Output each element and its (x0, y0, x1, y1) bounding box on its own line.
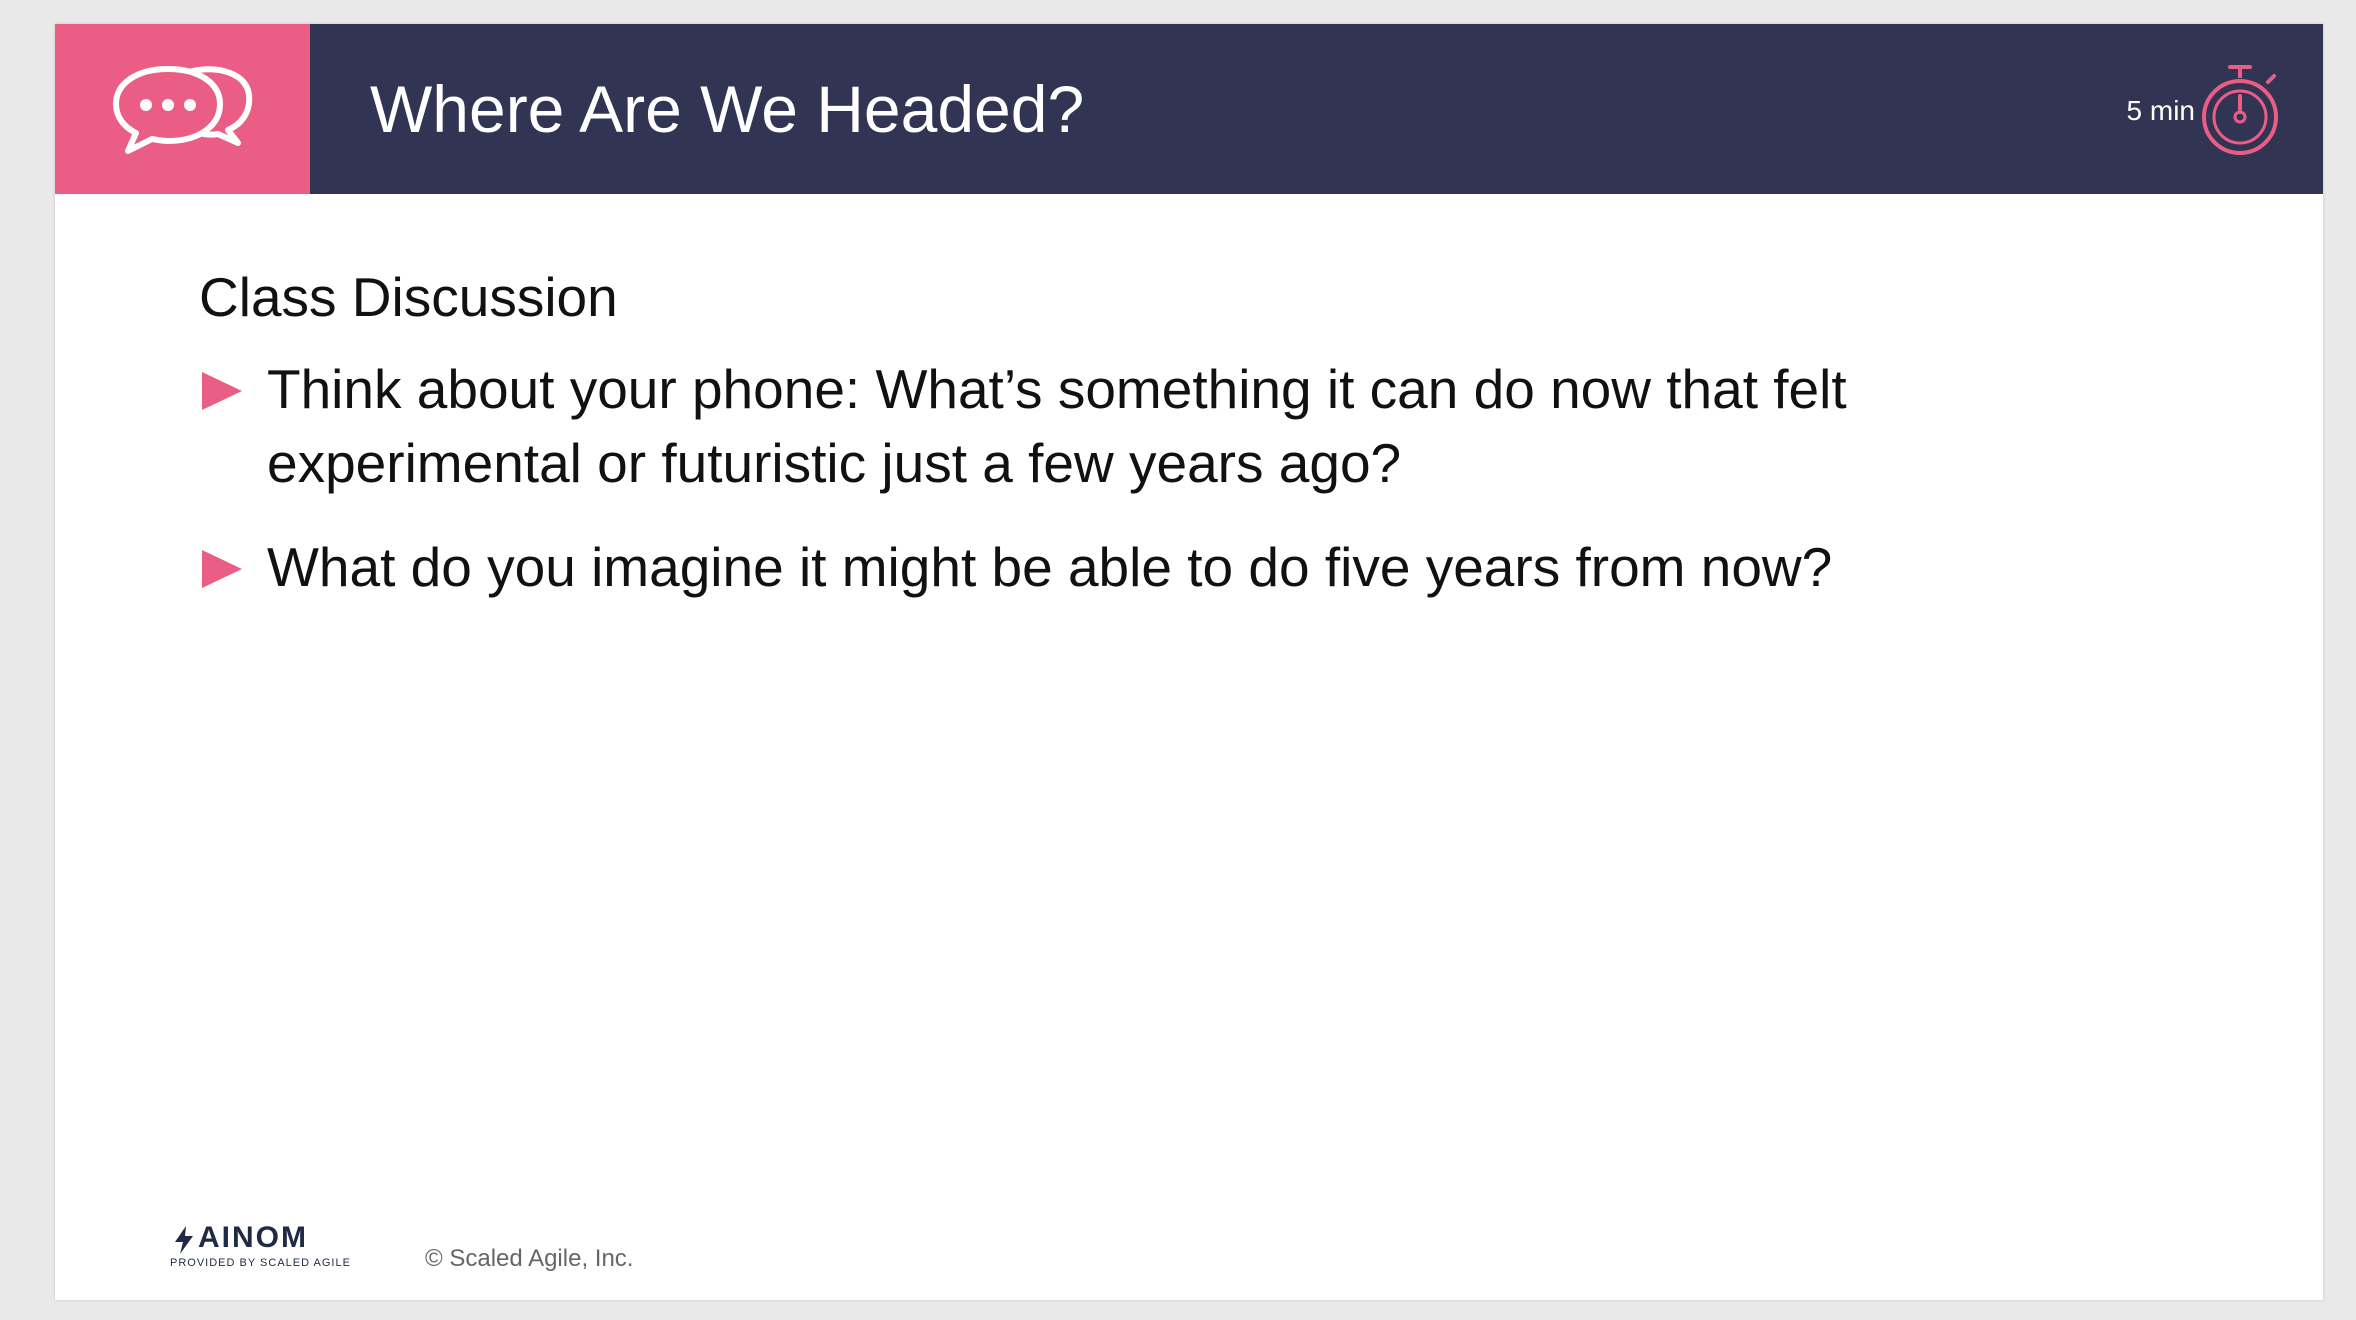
bullet-text-line: What do you imagine it might be able to … (267, 536, 1833, 598)
ainom-logo: AINOM PROVIDED BY SCALED AGILE (170, 1214, 350, 1284)
logo-tagline: PROVIDED BY SCALED AGILE (170, 1257, 351, 1269)
copyright-text: © Scaled Agile, Inc. (425, 1245, 634, 1272)
bullet-item: Think about your phone: What’s something… (199, 352, 2099, 500)
page-title: Where Are We Headed? (370, 72, 1085, 146)
stopwatch-icon (2202, 65, 2278, 155)
bullet-text-line: Think about your phone: What’s something… (267, 358, 1847, 420)
bullet-arrow-icon (202, 372, 242, 410)
discussion-icon-block (55, 24, 310, 194)
slide: Where Are We Headed? 5 min Class Discuss… (55, 24, 2323, 1300)
section-subtitle: Class Discussion (199, 266, 618, 328)
logo-wordmark: AINOM (198, 1221, 308, 1254)
bullet-item: What do you imagine it might be able to … (199, 530, 2099, 604)
lightning-icon (175, 1226, 193, 1254)
bullet-text-line: experimental or futuristic just a few ye… (267, 432, 1402, 494)
bullet-arrow-icon (202, 550, 242, 588)
duration-label: 5 min (2126, 95, 2195, 126)
slide-header: Where Are We Headed? 5 min (55, 24, 2323, 194)
discussion-bubbles-icon (112, 66, 252, 154)
slide-content: Class Discussion Think about your phone:… (199, 262, 2099, 634)
